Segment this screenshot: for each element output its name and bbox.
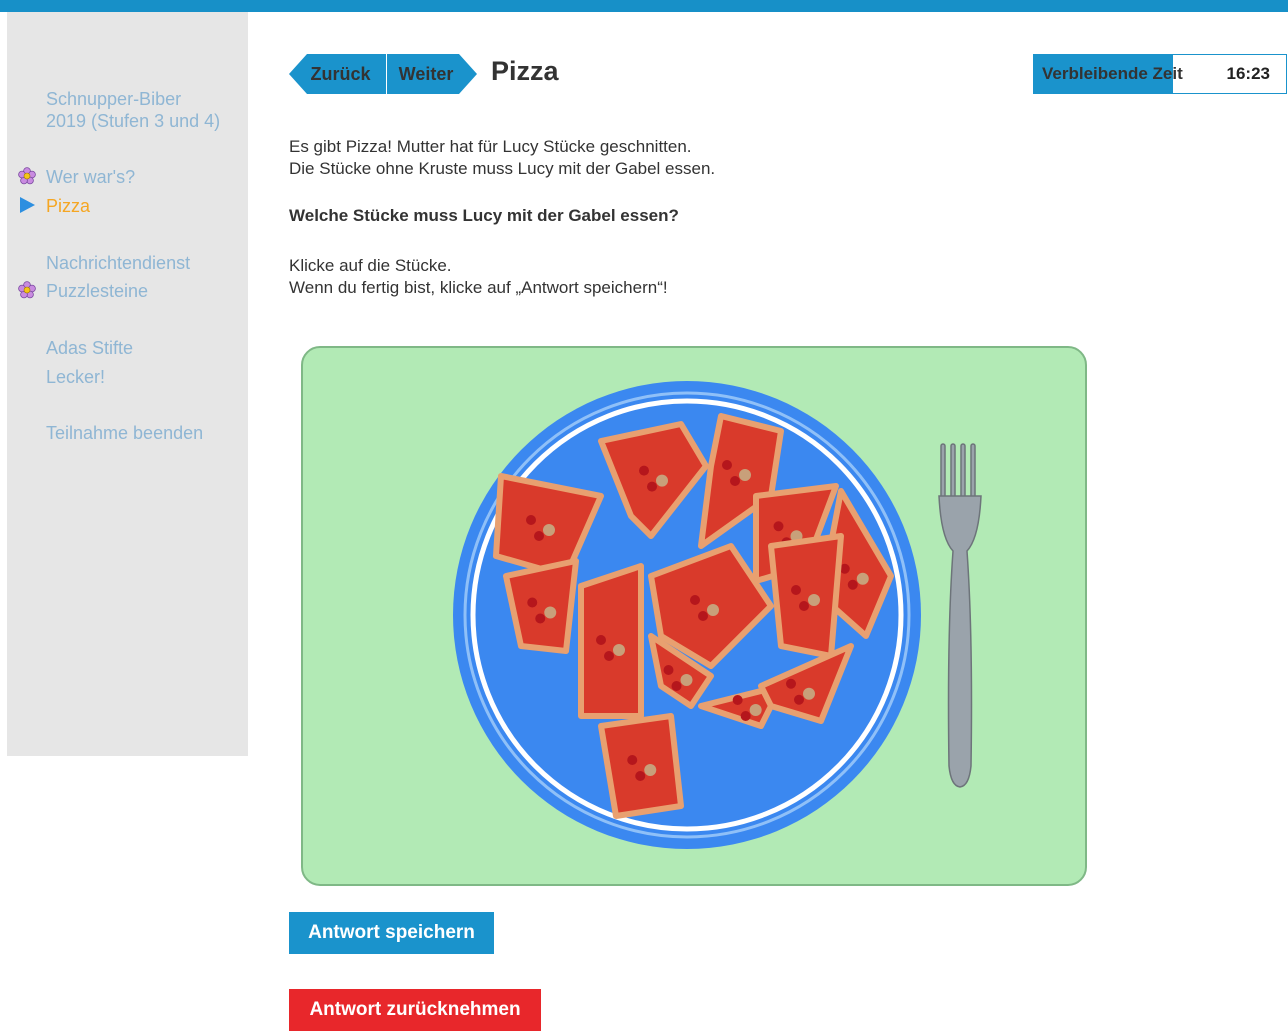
mushroom-topping bbox=[749, 704, 762, 716]
salami-topping bbox=[526, 515, 536, 525]
pizza-slice[interactable] bbox=[598, 713, 684, 819]
salami-topping bbox=[647, 481, 657, 492]
play-arrow-icon bbox=[20, 197, 35, 213]
salami-topping bbox=[847, 579, 858, 590]
salami-topping bbox=[794, 694, 804, 705]
salami-topping bbox=[527, 597, 538, 608]
salami-topping bbox=[639, 465, 649, 476]
mushroom-topping bbox=[613, 644, 625, 656]
sidebar: Schnupper-Biber 2019 (Stufen 3 und 4) We… bbox=[7, 12, 248, 756]
sidebar-item-adas-stifte[interactable]: Adas Stifte bbox=[46, 337, 133, 359]
salami-topping bbox=[671, 681, 682, 691]
mushroom-topping bbox=[856, 572, 869, 585]
salami-topping bbox=[791, 585, 801, 595]
flower-icon bbox=[18, 167, 36, 185]
top-bar bbox=[0, 0, 1288, 12]
sidebar-item-nachrichtendienst[interactable]: Nachrichtendienst bbox=[46, 252, 190, 274]
remaining-time-box: Verbleibende Zeit 16:23 bbox=[1033, 54, 1287, 94]
salami-topping bbox=[596, 635, 606, 645]
salami-topping bbox=[732, 695, 743, 705]
salami-topping bbox=[740, 711, 751, 721]
salami-topping bbox=[786, 678, 796, 689]
salami-topping bbox=[627, 755, 638, 765]
sidebar-item-pizza[interactable]: Pizza bbox=[46, 195, 90, 217]
salami-topping bbox=[722, 460, 732, 470]
salami-topping bbox=[730, 476, 740, 486]
mushroom-topping bbox=[656, 474, 668, 487]
next-button[interactable]: Weiter bbox=[387, 54, 477, 94]
mushroom-topping bbox=[707, 604, 719, 616]
salami-topping bbox=[534, 531, 544, 541]
sidebar-item-teilnahme-beenden[interactable]: Teilnahme beenden bbox=[46, 422, 203, 444]
salami-topping bbox=[663, 665, 674, 675]
pizza-slice[interactable] bbox=[503, 558, 579, 654]
pizza-task-board bbox=[301, 346, 1087, 886]
flower-icon bbox=[18, 281, 36, 299]
back-button[interactable]: Zurück bbox=[289, 54, 386, 94]
pizza-slice[interactable] bbox=[578, 563, 644, 719]
mushroom-topping bbox=[544, 606, 557, 619]
sidebar-item-puzzlesteine[interactable]: Puzzlesteine bbox=[46, 280, 148, 302]
save-answer-button[interactable]: Antwort speichern bbox=[289, 912, 494, 954]
pizza-slice[interactable] bbox=[768, 533, 844, 659]
salami-topping bbox=[799, 601, 809, 611]
page-title: Pizza bbox=[491, 56, 559, 86]
mushroom-topping bbox=[680, 674, 693, 686]
mushroom-topping bbox=[739, 469, 751, 481]
sidebar-item-wer-wars[interactable]: Wer war's? bbox=[46, 166, 135, 188]
remaining-time-label: Verbleibende Zeit bbox=[1042, 64, 1183, 83]
salami-topping bbox=[698, 611, 708, 621]
remaining-time-value: 16:23 bbox=[1226, 64, 1270, 83]
contest-title[interactable]: Schnupper-Biber 2019 (Stufen 3 und 4) bbox=[46, 88, 220, 132]
task-intro: Es gibt Pizza! Mutter hat für Lucy Stück… bbox=[289, 137, 716, 178]
mushroom-topping bbox=[808, 594, 820, 606]
mushroom-topping bbox=[644, 764, 657, 776]
salami-topping bbox=[635, 771, 646, 781]
task-instruction: Klicke auf die Stücke. Wenn du fertig bi… bbox=[289, 256, 668, 297]
mushroom-topping bbox=[803, 687, 815, 700]
mushroom-topping bbox=[543, 524, 555, 536]
salami-topping bbox=[773, 521, 784, 532]
salami-topping bbox=[535, 613, 546, 624]
sidebar-item-lecker[interactable]: Lecker! bbox=[46, 366, 105, 388]
salami-topping bbox=[690, 595, 700, 605]
task-question: Welche Stücke muss Lucy mit der Gabel es… bbox=[289, 206, 679, 225]
salami-topping bbox=[604, 651, 614, 661]
